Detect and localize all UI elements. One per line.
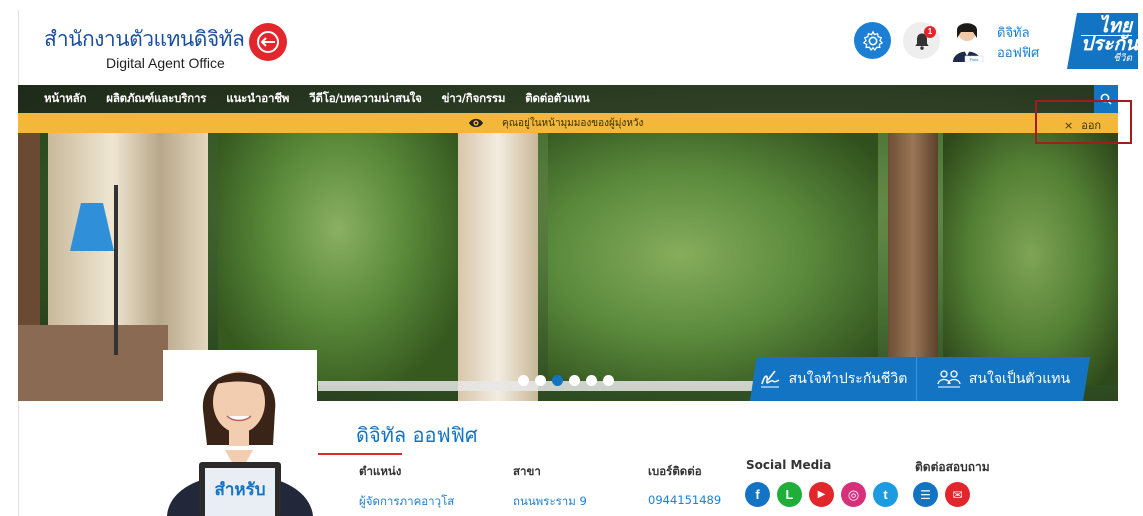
- exit-preview-button[interactable]: × ออก: [1064, 116, 1101, 134]
- youtube-icon[interactable]: ▶: [809, 482, 834, 507]
- interested-insurance-button[interactable]: สนใจทำประกันชีวิต: [750, 357, 916, 401]
- eye-icon: [469, 118, 483, 128]
- twitter-icon[interactable]: t: [873, 482, 898, 507]
- interested-agent-label: สนใจเป็นตัวแทน: [968, 371, 1071, 387]
- brand-title-th: สำนักงานตัวแทนดิจิทัล: [44, 27, 245, 51]
- profile-photo: สำหรับ: [163, 350, 317, 516]
- slider-dot-3[interactable]: [552, 375, 563, 386]
- slider-dot-5[interactable]: [586, 375, 597, 386]
- slider-dots: [518, 375, 614, 386]
- position-value: ผู้จัดการภาคอาวุโส: [359, 494, 455, 508]
- user-name[interactable]: ดิจิทัล ออฟฟิศ: [997, 24, 1039, 64]
- phone-label: เบอร์ติดต่อ: [648, 464, 702, 478]
- slider-dot-2[interactable]: [535, 375, 546, 386]
- agent-group-icon: [937, 370, 961, 388]
- notification-badge: 1: [924, 26, 936, 38]
- phone-block: เบอร์ติดต่อ 0944151489: [648, 463, 721, 507]
- avatar-tag: Finio: [970, 57, 979, 62]
- logout-icon: [257, 31, 279, 53]
- logout-button[interactable]: [249, 23, 287, 61]
- contact-row: ☰ ✉: [913, 482, 970, 507]
- branch-label: สาขา: [513, 464, 541, 478]
- nav-products[interactable]: ผลิตภัณฑ์และบริการ: [106, 90, 206, 108]
- instagram-icon[interactable]: ◎: [841, 482, 866, 507]
- contact-label: ติดต่อสอบถาม: [915, 460, 990, 474]
- user-name-line2: ออฟฟิศ: [997, 46, 1040, 61]
- preview-mode-bar: คุณอยู่ในหน้ามุมมองของผู้มุ่งหวัง: [18, 113, 1118, 133]
- nav-home[interactable]: หน้าหลัก: [44, 90, 86, 108]
- partner-logo-line1: ไทย: [1098, 16, 1132, 37]
- social-media-row: f L ▶ ◎ t: [745, 482, 898, 507]
- slider-dot-1[interactable]: [518, 375, 529, 386]
- social-media-label: Social Media: [746, 458, 832, 472]
- partner-logo[interactable]: ไทย ประกัน ชีวิต: [1067, 13, 1138, 69]
- nav-career[interactable]: แนะนำอาชีพ: [226, 90, 289, 108]
- signature-icon: [760, 370, 780, 388]
- photo-caption: สำหรับ: [214, 480, 265, 500]
- name-underline: [318, 453, 402, 455]
- profile-photo-card: สำหรับ: [163, 350, 317, 516]
- user-name-line1: ดิจิทัล: [997, 26, 1030, 41]
- facebook-icon[interactable]: f: [745, 482, 770, 507]
- profile-name: ดิจิทัล ออฟฟิศ: [356, 423, 478, 447]
- site-brand[interactable]: สำนักงานตัวแทนดิจิทัล Digital Agent Offi…: [44, 23, 245, 71]
- form-icon[interactable]: ☰: [913, 482, 938, 507]
- brand-title-en: Digital Agent Office: [106, 55, 225, 71]
- branch-block: สาขา ถนนพระราม 9: [513, 463, 587, 511]
- slider-dot-6[interactable]: [603, 375, 614, 386]
- exit-preview-label: ออก: [1081, 119, 1102, 132]
- notification-button[interactable]: 1: [903, 22, 940, 59]
- line-icon[interactable]: L: [777, 482, 802, 507]
- mail-icon[interactable]: ✉: [945, 482, 970, 507]
- avatar[interactable]: Finio: [947, 18, 987, 63]
- nav-news[interactable]: ข่าว/กิจกรรม: [442, 90, 506, 108]
- interested-agent-button[interactable]: สนใจเป็นตัวแทน: [916, 357, 1090, 401]
- phone-value[interactable]: 0944151489: [648, 493, 721, 507]
- preview-mode-message: คุณอยู่ในหน้ามุมมองของผู้มุ่งหวัง: [502, 118, 644, 129]
- interested-insurance-label: สนใจทำประกันชีวิต: [788, 371, 908, 387]
- main-nav: หน้าหลัก ผลิตภัณฑ์และบริการ แนะนำอาชีพ ว…: [18, 85, 1118, 113]
- partner-logo-line2: ประกัน: [1081, 34, 1138, 55]
- position-block: ตำแหน่ง ผู้จัดการภาคอาวุโส: [359, 463, 454, 511]
- branch-value: ถนนพระราม 9: [513, 494, 587, 508]
- close-icon: ×: [1064, 118, 1074, 132]
- position-label: ตำแหน่ง: [359, 464, 402, 478]
- nav-videos[interactable]: วีดีโอ/บทความน่าสนใจ: [309, 90, 422, 108]
- nav-contact-agent[interactable]: ติดต่อตัวแทน: [525, 90, 589, 108]
- settings-button[interactable]: [854, 22, 891, 59]
- slider-dot-4[interactable]: [569, 375, 580, 386]
- gear-icon: [862, 29, 883, 51]
